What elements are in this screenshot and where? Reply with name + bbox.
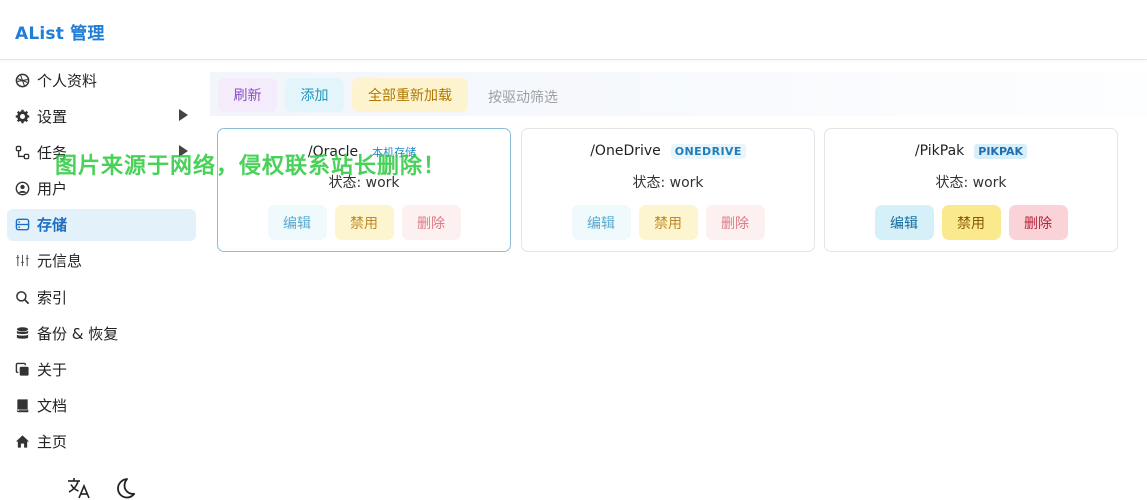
- edit-button[interactable]: 编辑: [874, 205, 934, 240]
- driver-badge: ONEDRIVE: [670, 143, 746, 159]
- delete-button[interactable]: 删除: [705, 205, 765, 240]
- mount-path: /Oracle: [307, 144, 359, 160]
- caret-right-icon[interactable]: [179, 145, 188, 158]
- driver-badge: PIKPAK: [974, 143, 1028, 159]
- app-header: AList 管理: [0, 0, 1147, 60]
- edit-button[interactable]: 编辑: [571, 205, 631, 240]
- app-title[interactable]: AList 管理: [15, 19, 105, 44]
- sidebar-item-label: 备份 & 恢复: [37, 324, 119, 343]
- meta-icon: [14, 253, 30, 269]
- sidebar-item-label: 文档: [37, 397, 68, 416]
- storage-card: /PikPak PIKPAK 状态: work 编辑 禁用 删除: [824, 128, 1118, 252]
- card-actions: 编辑 禁用 删除: [825, 205, 1117, 240]
- sidebar-item-docs[interactable]: 文档: [7, 390, 196, 422]
- driver-filter-select[interactable]: 按驱动筛选: [488, 87, 558, 107]
- storage-status: 状态: work: [632, 175, 704, 191]
- disable-button[interactable]: 禁用: [638, 205, 698, 240]
- home-icon: [14, 434, 30, 450]
- sidebar: 个人资料 设置 任务 用户 存储 元信息 索引 备份 & 恢复 关于 文档 主页: [7, 64, 196, 462]
- sidebar-item-meta[interactable]: 元信息: [7, 245, 196, 277]
- disable-button[interactable]: 禁用: [941, 205, 1001, 240]
- add-button[interactable]: 添加: [285, 78, 344, 112]
- mount-path: /OneDrive: [590, 143, 661, 159]
- storage-card: /Oracle 本机存储 状态: work 编辑 禁用 删除: [217, 128, 511, 252]
- edit-button[interactable]: 编辑: [267, 205, 327, 240]
- sidebar-item-label: 存储: [37, 216, 68, 235]
- delete-button[interactable]: 删除: [401, 205, 461, 240]
- storage-icon: [14, 217, 30, 233]
- storage-card: /OneDrive ONEDRIVE 状态: work 编辑 禁用 删除: [521, 128, 815, 252]
- reload-all-button[interactable]: 全部重新加载: [352, 78, 468, 112]
- sidebar-item-label: 关于: [37, 361, 68, 379]
- sidebar-item-users[interactable]: 用户: [7, 173, 196, 205]
- gear-icon: [14, 108, 30, 124]
- sidebar-item-label: 元信息: [37, 252, 83, 271]
- card-title: /OneDrive ONEDRIVE: [522, 143, 814, 159]
- driver-badge: 本机存储: [372, 146, 417, 159]
- card-actions: 编辑 禁用 删除: [522, 205, 814, 240]
- storage-toolbar: 刷新 添加 全部重新加载 按驱动筛选: [210, 72, 1147, 116]
- disable-button[interactable]: 禁用: [334, 205, 394, 240]
- caret-right-icon[interactable]: [179, 109, 188, 122]
- copy-icon: [14, 362, 30, 378]
- moon-icon[interactable]: [112, 476, 138, 500]
- sidebar-item-label: 用户: [37, 180, 68, 199]
- sidebar-item-label: 设置: [37, 107, 68, 126]
- sidebar-item-backup-restore[interactable]: 备份 & 恢复: [7, 317, 196, 349]
- sidebar-item-tasks[interactable]: 任务: [7, 136, 196, 168]
- card-actions: 编辑 禁用 删除: [218, 205, 510, 240]
- card-title: /PikPak PIKPAK: [825, 143, 1117, 159]
- book-icon: [14, 398, 30, 414]
- sidebar-item-settings[interactable]: 设置: [7, 100, 196, 132]
- sidebar-item-label: 索引: [37, 288, 68, 307]
- palette-icon: [14, 72, 30, 88]
- sidebar-item-home[interactable]: 主页: [7, 426, 196, 458]
- flow-icon: [14, 144, 30, 160]
- sidebar-item-label: 主页: [37, 433, 68, 452]
- search-icon: [14, 289, 30, 305]
- storage-status: 状态: work: [328, 175, 400, 191]
- delete-button[interactable]: 删除: [1008, 205, 1068, 240]
- database-icon: [14, 325, 30, 341]
- sidebar-item-about[interactable]: 关于: [7, 354, 196, 386]
- sidebar-item-label: 个人资料: [37, 71, 98, 90]
- sidebar-item-label: 任务: [37, 143, 68, 162]
- sidebar-item-storage[interactable]: 存储: [7, 208, 196, 241]
- refresh-button[interactable]: 刷新: [218, 78, 277, 112]
- sidebar-item-profile[interactable]: 个人资料: [7, 64, 196, 96]
- user-circle-icon: [14, 181, 30, 197]
- storage-status: 状态: work: [935, 175, 1007, 191]
- sidebar-item-index[interactable]: 索引: [7, 281, 196, 313]
- mount-path: /PikPak: [914, 143, 965, 159]
- card-title: /Oracle 本机存储: [218, 143, 510, 161]
- translate-icon[interactable]: [66, 476, 92, 500]
- sidebar-footer: [66, 476, 138, 500]
